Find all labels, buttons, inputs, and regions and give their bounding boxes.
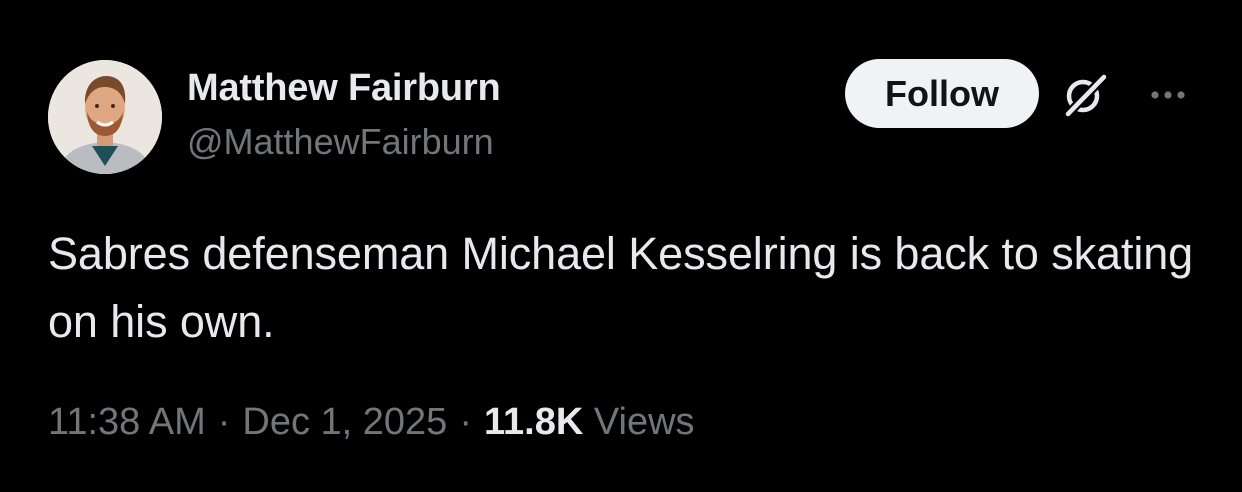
avatar[interactable] bbox=[48, 60, 162, 174]
tweet-time[interactable]: 11:38 AM bbox=[48, 401, 206, 443]
author-handle[interactable]: @MatthewFairburn bbox=[187, 122, 500, 162]
tweet-meta: 11:38 AM · Dec 1, 2025 · 11.8K Views bbox=[48, 398, 695, 446]
follow-button[interactable]: Follow bbox=[845, 59, 1039, 128]
tweet-date[interactable]: Dec 1, 2025 bbox=[242, 401, 447, 443]
grok-icon[interactable] bbox=[1060, 72, 1110, 118]
views-count[interactable]: 11.8K bbox=[484, 401, 583, 443]
more-horizontal-icon[interactable] bbox=[1143, 80, 1193, 110]
author-display-name[interactable]: Matthew Fairburn bbox=[187, 66, 501, 110]
meta-separator: · bbox=[217, 401, 231, 443]
views-label[interactable]: Views bbox=[594, 401, 695, 443]
author-identity[interactable]: Matthew Fairburn @MatthewFairburn bbox=[187, 66, 501, 162]
meta-separator: · bbox=[459, 401, 472, 443]
avatar-image bbox=[48, 60, 162, 174]
tweet-text: Sabres defenseman Michael Kesselring is … bbox=[48, 228, 1194, 347]
tweet-card: Matthew Fairburn @MatthewFairburn Follow… bbox=[0, 0, 1242, 492]
